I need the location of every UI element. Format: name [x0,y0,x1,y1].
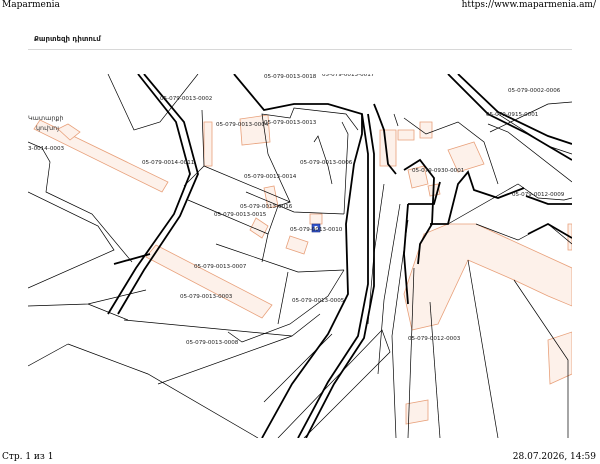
parcel-label[interactable]: 05-079-0012-0009 [512,192,565,198]
parcel-label[interactable]: 05-079-0002-0006 [508,88,561,94]
parcel-label[interactable]: 05-079-0014-0011 [142,160,195,166]
building-footprint [397,129,415,141]
parcel-label[interactable]: 05-079-0013-0013 [264,120,317,126]
building-footprint [403,223,572,331]
parcel-label[interactable]: 05-079-0013-0003 [180,294,233,300]
footer-page-number: Стр. 1 из 1 [2,452,54,462]
map-title: Քարտեզի դիտում [34,35,101,43]
place-label-line-1: Կատարքի [28,114,64,122]
cadastral-map[interactable]: Կատարքի կուխոյ 05-079-0013-0002 05-079-0… [28,74,572,438]
map-toolstrip [28,50,572,74]
building-footprint [145,244,273,319]
parcel-label[interactable]: 05-079-0013-0017 [322,74,375,78]
footer-timestamp: 28.07.2026, 14:59 [512,452,596,462]
header-url: https://www.maparmenia.am/ [461,0,596,10]
parcel-label[interactable]: 3-0014-0003 [28,146,65,152]
parcel-label[interactable]: 05-079-0013-0005 [292,298,345,304]
parcel-label[interactable]: 05-079-0013-0018 [264,74,317,80]
parcel-label[interactable]: 05-079-0013-0008 [186,340,239,346]
parcel-label[interactable]: 05-079-0013-0006 [300,160,353,166]
building-footprint [309,213,323,225]
parcel-label[interactable]: 05-079-0012-0003 [408,336,461,342]
building-footprint [249,217,269,239]
parcel-labels: Կատարքի կուխոյ 05-079-0013-0002 05-079-0… [28,74,565,346]
parcel-label[interactable]: 05-079-0013-0016 [240,204,293,210]
building-footprint [419,121,433,139]
parcel-label[interactable]: 05-079-0013-0002 [160,96,212,102]
parcel-label[interactable]: 05-079-0930-0001 [412,168,465,174]
parcel-label[interactable]: 05-079-0013-0010 [290,227,343,233]
parcel-label[interactable]: 05-079-0013-0004 [216,122,269,128]
map-panel: Քարտեզի դիտում Կատարքի կուխոյ 05-079-001… [28,34,572,438]
parcel-label[interactable]: 05-079-0013-0015 [214,212,267,218]
header-site-name: Maparmenia [2,0,60,10]
parcel-label[interactable]: 05-079-0915-0001 [486,112,539,118]
building-footprint [547,331,572,385]
place-label-line-2: կուխոյ [36,124,59,132]
building-footprint [203,121,213,167]
parcel-label[interactable]: 05-079-0013-0014 [244,174,297,180]
building-footprint [285,235,309,255]
map-titlebar: Քարտեզի դիտում [28,34,572,50]
parcel-label[interactable]: 05-079-0013-0007 [194,264,247,270]
